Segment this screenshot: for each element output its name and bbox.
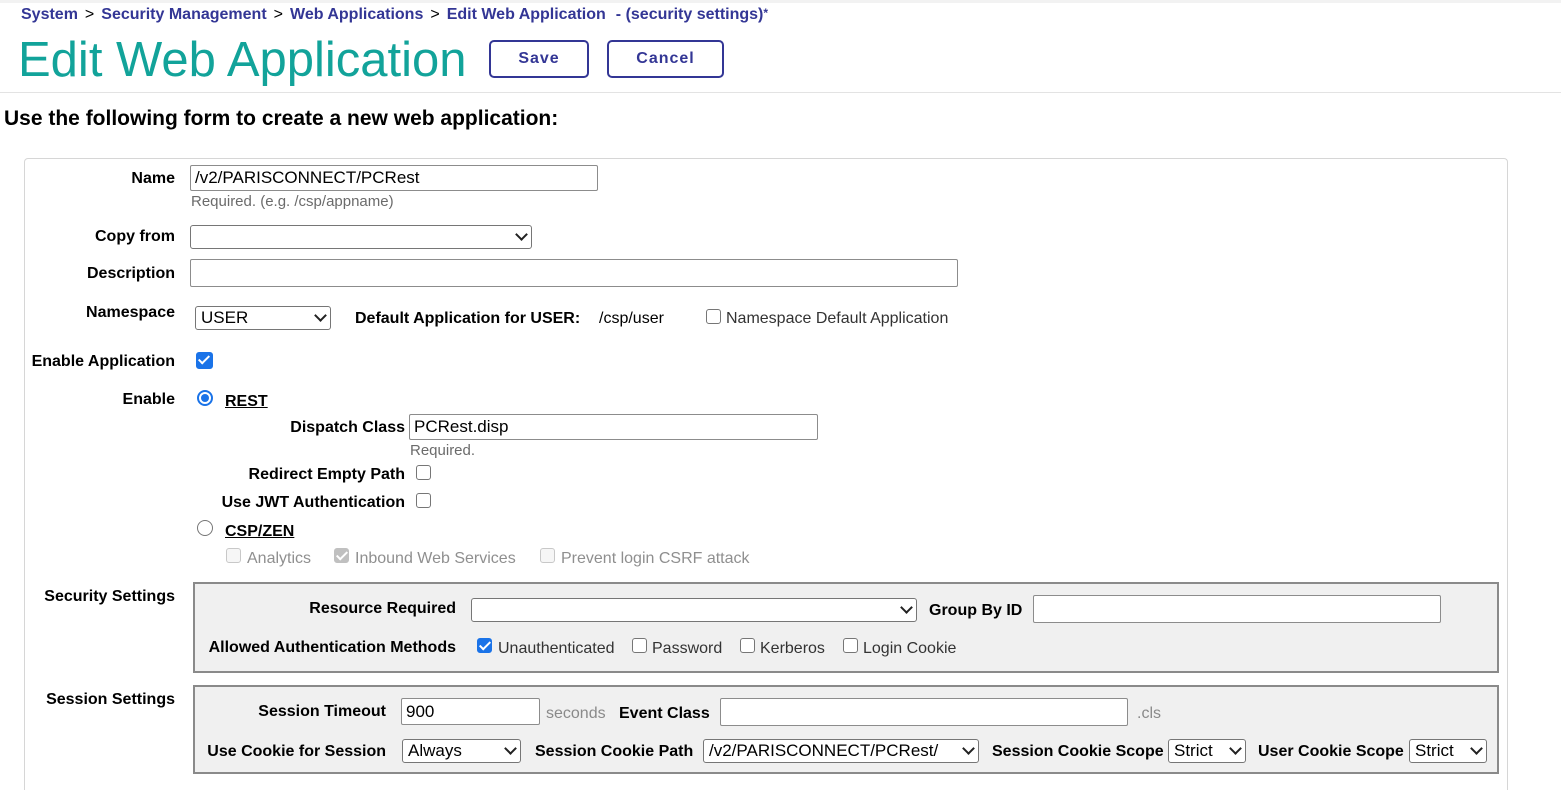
auth-kerberos-checkbox[interactable] [740,638,755,653]
auth-login-cookie-checkbox[interactable] [843,638,858,653]
namespace-select[interactable]: USER [195,306,331,330]
use-jwt-checkbox[interactable] [416,493,431,508]
chevron-down-icon [962,742,975,755]
breadcrumb-web-applications[interactable]: Web Applications [290,6,423,23]
session-timeout-label: Session Timeout [258,703,386,720]
page-title: Edit Web Application [18,33,467,87]
session-cookie-path-select[interactable]: /v2/PARISCONNECT/PCRest/ [703,739,979,763]
auth-unauthenticated-checkbox[interactable] [477,638,492,653]
prevent-csrf-checkbox [540,548,555,563]
breadcrumb-system[interactable]: System [21,6,78,23]
breadcrumb-security-management[interactable]: Security Management [101,6,266,23]
chevron-down-icon [1470,742,1483,755]
chevron-down-icon [1229,742,1242,755]
redirect-empty-path-checkbox[interactable] [416,465,431,480]
inbound-web-services-checkbox [334,548,349,563]
prevent-csrf-label: Prevent login CSRF attack [561,550,750,567]
auth-kerberos-label: Kerberos [760,640,825,657]
event-class-label: Event Class [619,705,710,722]
csp-zen-radio[interactable] [197,520,213,536]
user-cookie-scope-select[interactable]: Strict [1409,739,1487,763]
auth-password-checkbox[interactable] [632,638,647,653]
analytics-checkbox [226,548,241,563]
chevron-down-icon [515,228,528,241]
name-hint: Required. (e.g. /csp/appname) [191,193,394,210]
redirect-empty-path-label: Redirect Empty Path [248,466,405,483]
default-application-value: /csp/user [599,310,664,327]
top-bar [0,0,1561,3]
copy-from-label: Copy from [95,228,175,245]
dispatch-class-label: Dispatch Class [290,419,405,436]
session-cookie-scope-value: Strict [1174,741,1213,760]
session-settings-label: Session Settings [46,691,175,708]
default-application-label: Default Application for USER: [355,310,581,327]
session-cookie-scope-label: Session Cookie Scope [992,743,1164,760]
group-by-id-input[interactable] [1033,595,1441,623]
allowed-auth-methods-label: Allowed Authentication Methods [208,639,456,656]
name-label: Name [131,170,175,187]
auth-password-label: Password [652,640,723,657]
use-cookie-select[interactable]: Always [402,739,521,763]
description-input[interactable] [190,259,958,287]
analytics-label: Analytics [247,550,312,567]
session-cookie-path-value: /v2/PARISCONNECT/PCRest/ [709,741,939,760]
session-cookie-path-label: Session Cookie Path [535,743,694,760]
name-input[interactable] [190,165,598,191]
cancel-button[interactable]: Cancel [607,40,724,78]
auth-login-cookie-label: Login Cookie [863,640,957,657]
user-cookie-scope-label: User Cookie Scope [1258,743,1404,760]
csp-zen-label[interactable]: CSP/ZEN [225,523,294,541]
breadcrumb-suffix: - (security settings) [615,6,764,23]
group-by-id-label: Group By ID [929,602,1023,619]
use-jwt-label: Use JWT Authentication [221,494,405,511]
user-cookie-scope-value: Strict [1415,741,1454,760]
rest-radio[interactable] [197,390,213,406]
enable-application-label: Enable Application [31,353,175,370]
breadcrumb-separator: > [273,6,283,23]
dispatch-class-hint: Required. [410,442,476,459]
security-settings-label: Security Settings [44,588,175,605]
chevron-down-icon [504,742,517,755]
namespace-default-checkbox[interactable] [706,309,721,324]
unsaved-marker: * [763,6,769,20]
use-cookie-value: Always [408,741,462,760]
session-timeout-input[interactable] [401,698,540,725]
dispatch-class-input[interactable] [409,414,818,440]
copy-from-select[interactable] [190,225,532,249]
session-timeout-unit: seconds [546,705,606,722]
event-class-input[interactable] [720,698,1128,726]
chevron-down-icon [900,601,913,614]
chevron-down-icon [314,309,327,322]
namespace-value: USER [201,308,249,327]
save-button[interactable]: Save [489,40,589,78]
resource-required-label: Resource Required [309,600,456,617]
form-intro: Use the following form to create a new w… [4,107,559,130]
breadcrumb-separator: > [430,6,440,23]
event-class-suffix: .cls [1137,705,1161,722]
inbound-web-services-label: Inbound Web Services [355,550,516,567]
breadcrumb-separator: > [84,6,95,23]
rest-label[interactable]: REST [225,393,268,411]
namespace-default-label: Namespace Default Application [726,310,949,327]
use-cookie-label: Use Cookie for Session [207,743,386,760]
auth-unauthenticated-label: Unauthenticated [498,640,615,657]
namespace-label: Namespace [86,304,175,321]
enable-label: Enable [122,391,175,408]
breadcrumb-edit-web-application[interactable]: Edit Web Application [447,6,606,23]
description-label: Description [86,265,175,282]
enable-application-checkbox[interactable] [196,352,213,369]
breadcrumb: System > Security Management > Web Applicati… [21,6,768,24]
session-cookie-scope-select[interactable]: Strict [1168,739,1246,763]
resource-required-select[interactable] [471,598,917,622]
header-divider [0,92,1561,93]
